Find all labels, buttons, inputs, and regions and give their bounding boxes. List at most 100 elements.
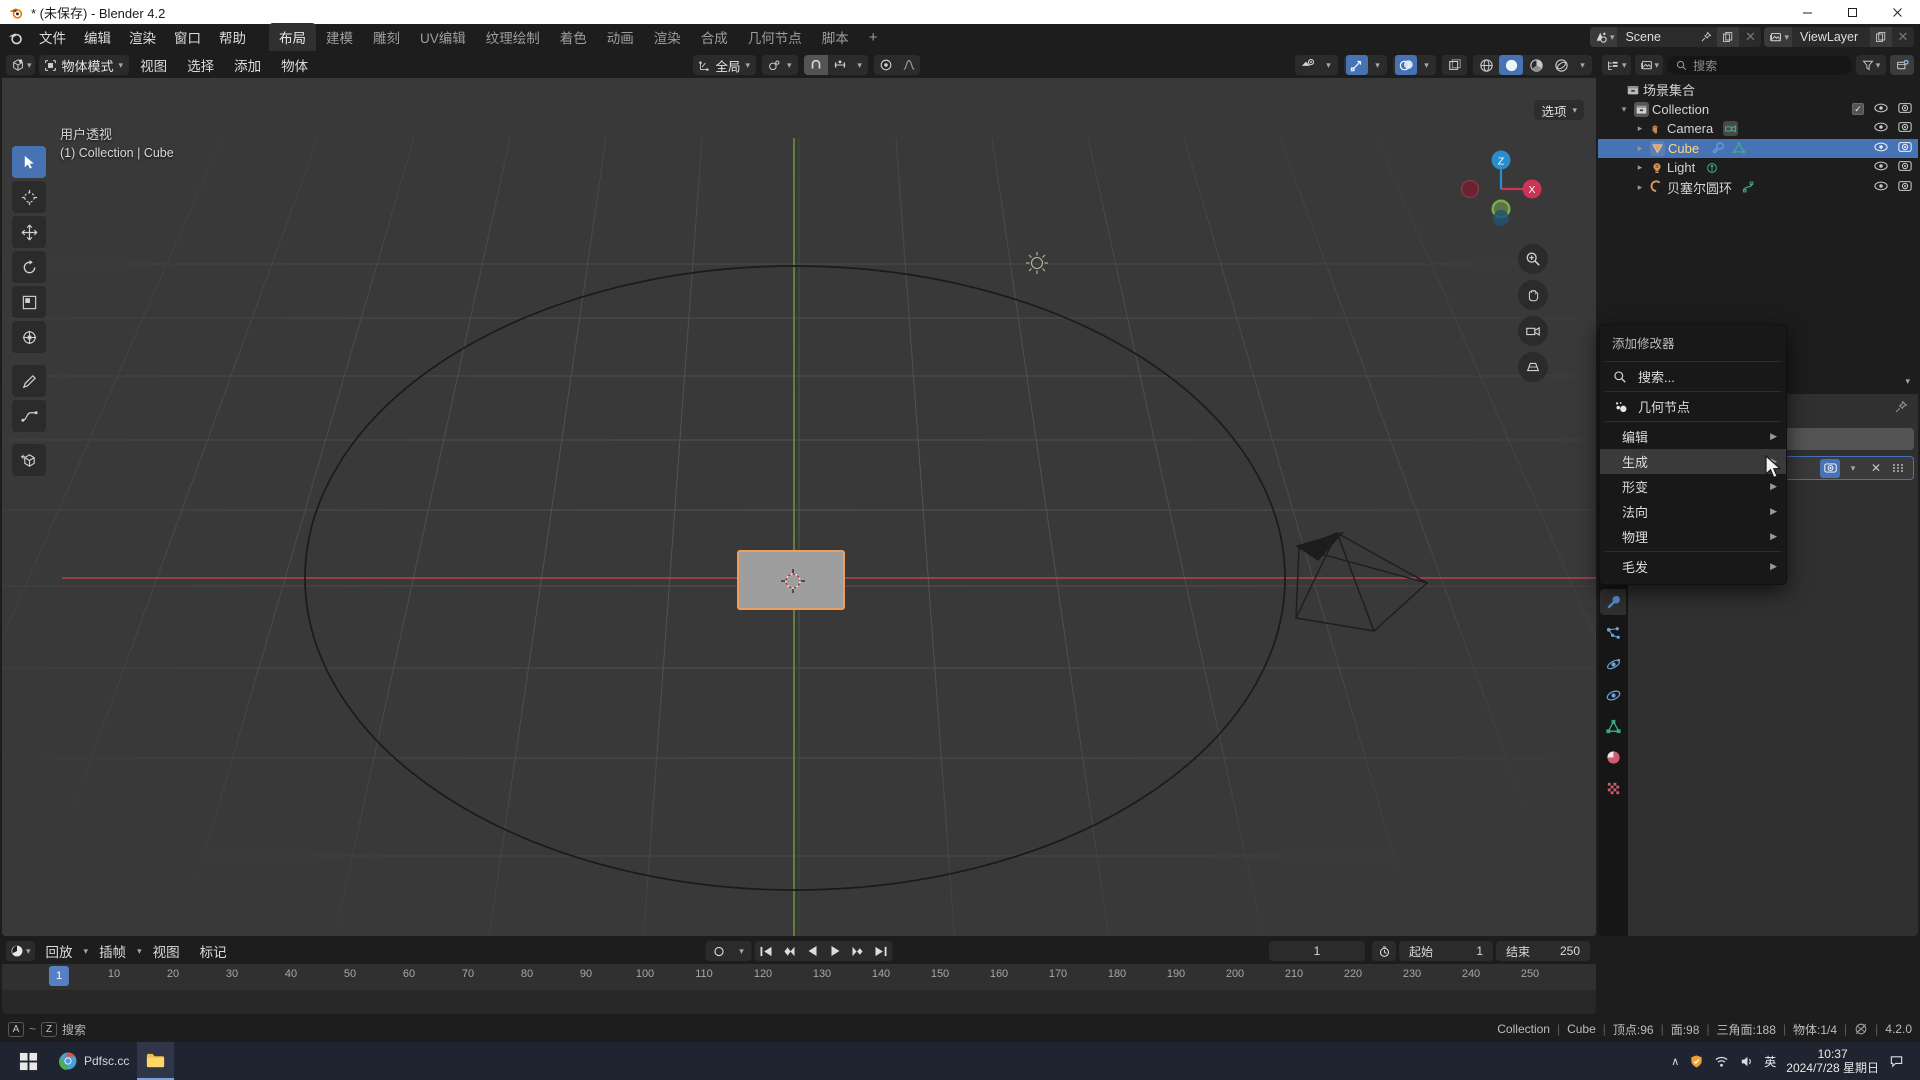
transform-tool[interactable] <box>12 321 46 353</box>
workspace-tab-rendering[interactable]: 渲染 <box>644 23 691 51</box>
auto-key-icon[interactable] <box>1372 941 1396 961</box>
menu-file[interactable]: 文件 <box>30 24 75 50</box>
gizmo-dropdown[interactable]: ▾ <box>1370 55 1385 75</box>
hide-in-viewport-icon[interactable] <box>1874 102 1888 117</box>
viewlayer-name[interactable]: ViewLayer <box>1792 30 1870 44</box>
outliner-search-input[interactable]: 搜索 <box>1667 55 1852 75</box>
workspace-tab-modeling[interactable]: 建模 <box>316 23 363 51</box>
timeline-editor-type-selector[interactable]: ▾ <box>6 941 35 961</box>
curve-data-icon[interactable] <box>1742 180 1756 194</box>
volume-icon[interactable] <box>1739 1054 1754 1069</box>
menu-item-hair[interactable]: 毛发 ▶ <box>1600 554 1786 579</box>
workspace-tab-geometry-nodes[interactable]: 几何节点 <box>738 23 812 51</box>
play-button[interactable] <box>824 941 847 961</box>
chevron-down-icon[interactable]: ▾ <box>1905 376 1910 387</box>
expand-camera-arrow[interactable]: ▸ <box>1630 123 1650 134</box>
mesh-data-icon[interactable] <box>1732 141 1746 155</box>
delete-scene-icon[interactable]: ✕ <box>1739 27 1761 47</box>
timeline-playhead[interactable]: 1 <box>48 966 70 986</box>
menu-item-deform[interactable]: 形变 ▶ <box>1600 474 1786 499</box>
record-keyframes-icon[interactable] <box>706 941 732 961</box>
material-preview-shading-icon[interactable] <box>1524 55 1548 75</box>
disable-in-renders-icon[interactable] <box>1898 180 1912 195</box>
viewport-canvas[interactable]: 用户透视 (1) Collection | Cube Z X 选项 ▾ <box>2 78 1596 936</box>
viewlayer-icon[interactable]: ▾ <box>1764 27 1792 47</box>
timeline-track-area[interactable] <box>2 990 1596 1014</box>
expand-bezier-arrow[interactable]: ▸ <box>1630 182 1650 193</box>
workspace-tab-compositing[interactable]: 合成 <box>691 23 738 51</box>
outliner-row-scene-collection[interactable]: 场景集合 <box>1598 80 1918 100</box>
drag-dots-icon[interactable] <box>1889 459 1909 478</box>
timeline-menu-marker[interactable]: 标记 <box>191 938 236 964</box>
3d-viewport-editor[interactable]: ▾ 物体模式 ▾ 视图 选择 添加 物体 全局 ▾ ▾ ▾ ▾ ▾ ▾ ▾ 用户… <box>2 52 1596 936</box>
menu-window[interactable]: 窗口 <box>165 24 210 50</box>
pin-scene-icon[interactable] <box>1695 27 1717 47</box>
filter-icon[interactable]: ▾ <box>1856 55 1886 75</box>
magnet-icon[interactable] <box>803 55 828 75</box>
workspace-tab-animation[interactable]: 动画 <box>597 23 644 51</box>
tab-texture-properties[interactable] <box>1600 775 1626 801</box>
move-tool[interactable] <box>12 216 46 248</box>
snap-target-icon[interactable] <box>828 55 852 75</box>
falloff-curve-icon[interactable] <box>898 55 920 75</box>
timeline-menu-view[interactable]: 视图 <box>144 938 189 964</box>
taskbar-item-browser[interactable]: Pdfsc.cc <box>50 1042 137 1080</box>
add-workspace-button[interactable]: + <box>859 27 888 48</box>
tab-physics-properties[interactable] <box>1600 651 1626 677</box>
navigation-gizmo[interactable]: Z X <box>1458 146 1544 232</box>
outliner-row-cube[interactable]: ▸ Cube <box>1598 138 1918 158</box>
menu-item-normals[interactable]: 法向 ▶ <box>1600 499 1786 524</box>
overlay-dropdown[interactable]: ▾ <box>1419 55 1434 75</box>
disable-in-renders-icon[interactable] <box>1898 121 1912 136</box>
hide-in-viewport-icon[interactable] <box>1874 141 1888 156</box>
scale-tool[interactable] <box>12 286 46 318</box>
proportional-editing-controls[interactable] <box>873 55 920 75</box>
outliner-row-collection[interactable]: ▾ Collection ✓ <box>1598 100 1918 120</box>
timeline-ruler[interactable]: 10 20 30 40 50 60 70 80 90 100 110 120 1… <box>2 964 1596 990</box>
cursor-tool[interactable] <box>12 181 46 213</box>
expand-collection-arrow[interactable]: ▾ <box>1614 104 1634 115</box>
outliner-display-mode-selector[interactable]: ▾ <box>1634 55 1664 75</box>
workspace-tab-layout[interactable]: 布局 <box>269 23 316 51</box>
disable-in-renders-icon[interactable] <box>1898 160 1912 175</box>
pan-view-icon[interactable] <box>1518 280 1548 310</box>
add-modifier-dropdown-menu[interactable]: 添加修改器 搜索... 几何节点 编辑 ▶ 生成 ▶ 形变 ▶ 法向 ▶ 物理 … <box>1599 324 1787 585</box>
workspace-tab-texture-paint[interactable]: 纹理绘制 <box>476 23 550 51</box>
disable-in-renders-icon[interactable] <box>1898 102 1912 117</box>
tab-constraint-properties[interactable] <box>1600 682 1626 708</box>
close-button[interactable] <box>1875 0 1920 24</box>
outliner-row-bezier-circle[interactable]: ▸ 贝塞尔圆环 <box>1598 178 1918 198</box>
viewlayer-selector[interactable]: ▾ ViewLayer ✕ <box>1764 27 1914 47</box>
viewport-menu-object[interactable]: 物体 <box>272 52 317 78</box>
annotate-tool[interactable] <box>12 365 46 397</box>
jump-next-keyframe-button[interactable] <box>847 941 870 961</box>
rotate-tool[interactable] <box>12 251 46 283</box>
play-reverse-button[interactable] <box>801 941 824 961</box>
camera-view-icon[interactable] <box>1518 316 1548 346</box>
workspace-tab-shading[interactable]: 着色 <box>550 23 597 51</box>
menu-edit[interactable]: 编辑 <box>75 24 120 50</box>
shield-icon[interactable] <box>1689 1054 1704 1069</box>
menu-item-geometry-nodes[interactable]: 几何节点 <box>1600 394 1786 419</box>
transform-orientation-selector[interactable]: 全局 ▾ <box>692 55 757 75</box>
snap-dropdown[interactable]: ▾ <box>852 55 868 75</box>
measure-tool[interactable] <box>12 400 46 432</box>
zoom-view-icon[interactable] <box>1518 244 1548 274</box>
visibility-dropdown[interactable]: ▾ <box>1321 55 1336 75</box>
modifier-extras-dropdown[interactable]: ▾ <box>1843 459 1863 478</box>
tab-object-data-properties[interactable] <box>1600 713 1626 739</box>
camera-data-icon[interactable] <box>1723 121 1739 137</box>
hide-in-viewport-icon[interactable] <box>1874 160 1888 175</box>
workspace-tab-scripting[interactable]: 脚本 <box>812 23 859 51</box>
gizmo-controls[interactable]: ▾ <box>1344 55 1387 75</box>
xray-toggle-icon[interactable] <box>1442 55 1467 75</box>
hide-in-viewport-icon[interactable] <box>1874 121 1888 136</box>
solid-shading-icon[interactable] <box>1499 55 1523 75</box>
shading-mode-selector[interactable]: ▾ <box>1473 55 1592 75</box>
timeline-menu-keying[interactable]: 插帧 <box>90 938 135 964</box>
remove-modifier-icon[interactable]: ✕ <box>1866 459 1886 478</box>
ime-indicator[interactable]: 英 <box>1764 1053 1776 1070</box>
expand-light-arrow[interactable]: ▸ <box>1630 162 1650 173</box>
interaction-mode-selector[interactable]: 物体模式 ▾ <box>38 55 130 75</box>
workspace-tab-uv-editing[interactable]: UV编辑 <box>410 23 476 51</box>
